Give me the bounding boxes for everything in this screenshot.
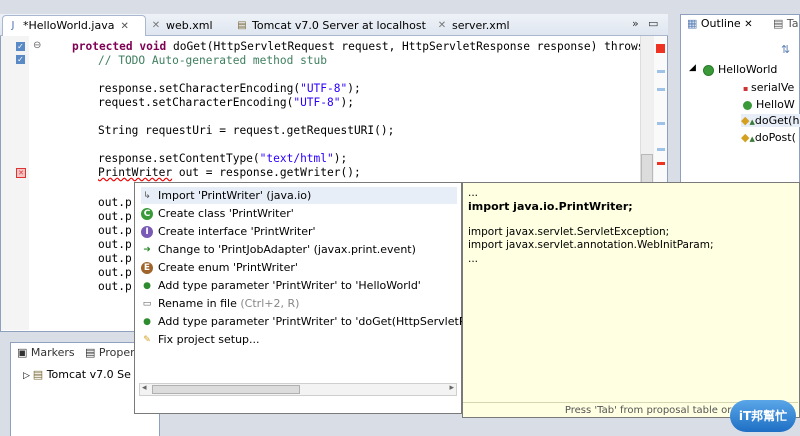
class-icon: C <box>141 208 153 220</box>
type-param-icon: ● <box>143 281 151 291</box>
proposal-add-type-parameter-method[interactable]: ● Add type parameter 'PrintWriter' to 'do… <box>141 313 493 330</box>
constructor-icon <box>743 100 752 110</box>
xml-file-icon: ✕ <box>437 20 447 31</box>
editor-gutter <box>1 36 29 330</box>
scroll-right-icon[interactable]: ▸ <box>449 383 454 393</box>
quick-fix-proposals-list: ↳ Import 'PrintWriter' (java.io) C Create … <box>134 182 493 414</box>
fold-collapse-icon[interactable]: ⊖ <box>33 40 41 51</box>
scrollbar-thumb[interactable] <box>152 385 300 394</box>
tab-helloworld-java[interactable]: J *HelloWorld.java ✕ <box>2 15 146 36</box>
tab-tomcat-server[interactable]: ▤ Tomcat v7.0 Server at localhost <box>232 16 426 36</box>
server-list-item[interactable]: ▷ ▤ Tomcat v7.0 Se <box>23 368 131 381</box>
code-line[interactable]: // TODO Auto-generated method stub <box>98 54 327 68</box>
info-import-line: import javax.servlet.ServletException; <box>468 226 670 238</box>
java-file-icon: J <box>11 20 15 31</box>
properties-icon: ▤ <box>85 346 99 359</box>
minimize-icon[interactable]: ▭ <box>648 17 658 30</box>
code-line[interactable]: String requestUri = request.getRequestUR… <box>98 124 394 138</box>
proposal-rename-in-file[interactable]: ▭ Rename in file (Ctrl+2, R) <box>141 295 457 312</box>
scroll-left-icon[interactable]: ◂ <box>142 383 147 393</box>
code-line[interactable]: protected void doGet(HttpServletRequest … <box>72 40 645 54</box>
tab-outline[interactable]: ▦ Outline ✕ <box>687 17 753 30</box>
code-line[interactable]: response.setContentType("text/html"); <box>98 152 347 166</box>
task-marker-icon[interactable]: ✓ <box>16 42 25 51</box>
error-marker-icon[interactable]: ✕ <box>16 168 26 178</box>
tab-markers[interactable]: ▣ Markers <box>17 346 75 359</box>
proposal-create-interface[interactable]: I Create interface 'PrintWriter' <box>141 223 457 240</box>
change-icon: ➜ <box>143 245 151 255</box>
rename-icon: ▭ <box>142 299 152 309</box>
editor-tab-bar: J *HelloWorld.java ✕ ✕ web.xml ▤ Tomcat v… <box>0 14 668 36</box>
info-ellipsis: ... <box>468 187 479 199</box>
type-param-icon: ● <box>143 317 151 327</box>
static-final-field-icon: ▪ <box>743 84 751 93</box>
proposal-fix-project-setup[interactable]: ✎ Fix project setup... <box>141 331 457 348</box>
code-line[interactable]: out.p <box>98 196 132 210</box>
import-icon: ↳ <box>143 191 151 201</box>
code-line[interactable]: request.setCharacterEncoding("UTF-8"); <box>98 96 354 110</box>
code-line[interactable]: out.p <box>98 252 132 266</box>
proposal-import-printwriter[interactable]: ↳ Import 'PrintWriter' (java.io) <box>141 187 457 204</box>
enum-icon: E <box>141 262 153 274</box>
task-marker-icon[interactable]: ✓ <box>16 55 25 64</box>
task-icon: ▤ <box>773 17 787 30</box>
xml-file-icon: ✕ <box>151 20 161 31</box>
proposal-info-popup: ... import java.io.PrintWriter; import j… <box>462 182 800 418</box>
code-line[interactable]: out.p <box>98 210 132 224</box>
outline-member-item[interactable]: ◆▲doGet(h <box>741 114 800 127</box>
server-icon: ▤ <box>32 368 47 381</box>
code-line-error[interactable]: PrintWriter out = response.getWriter(); <box>98 166 361 180</box>
info-import-line: import javax.servlet.annotation.WebInitP… <box>468 239 714 251</box>
outline-member-item[interactable]: ▪ serialVe <box>743 81 794 94</box>
proposal-change-to-printjobadapter[interactable]: ➜ Change to 'PrintJobAdapter' (javax.prin… <box>141 241 457 258</box>
outline-member-item[interactable]: HelloW <box>743 98 795 111</box>
proposal-create-enum[interactable]: E Create enum 'PrintWriter' <box>141 259 457 276</box>
tab-overflow-chevron-icon[interactable]: » <box>632 17 639 30</box>
markers-icon: ▣ <box>17 346 31 359</box>
outline-member-item[interactable]: ◆▲doPost( <box>741 131 796 144</box>
proposal-add-type-parameter-class[interactable]: ● Add type parameter 'PrintWriter' to 'He… <box>141 277 457 294</box>
tab-task-list[interactable]: ▤ Ta <box>773 17 799 30</box>
code-line[interactable]: out.p <box>98 224 132 238</box>
code-line[interactable]: out.p <box>98 266 132 280</box>
server-icon: ▤ <box>237 20 247 31</box>
sort-icon[interactable]: ⇅ <box>781 43 790 56</box>
tab-server-xml[interactable]: ✕ server.xml <box>432 16 510 36</box>
expand-arrow-icon[interactable]: ▷ <box>23 371 33 381</box>
expand-arrow-icon[interactable]: ◢ <box>689 63 696 73</box>
close-icon[interactable]: ✕ <box>744 19 752 30</box>
info-import-highlight: import java.io.PrintWriter; <box>468 200 633 213</box>
proposal-create-class[interactable]: C Create class 'PrintWriter' <box>141 205 457 222</box>
tab-properties[interactable]: ▤ Proper <box>85 346 135 359</box>
error-indicator-icon[interactable] <box>656 44 665 53</box>
interface-icon: I <box>141 226 153 238</box>
code-line[interactable]: out.p <box>98 280 132 294</box>
watermark-logo: iT邦幫忙 <box>730 400 796 432</box>
tab-web-xml[interactable]: ✕ web.xml <box>146 16 213 36</box>
outline-class-item[interactable]: ◢ HelloWorld <box>689 63 777 76</box>
fix-project-icon: ✎ <box>143 335 151 345</box>
outline-icon: ▦ <box>687 17 701 30</box>
info-ellipsis: ... <box>468 253 479 265</box>
class-icon <box>703 64 714 76</box>
close-icon[interactable]: ✕ <box>120 17 128 37</box>
code-line[interactable]: out.p <box>98 238 132 252</box>
code-line[interactable]: response.setCharacterEncoding("UTF-8"); <box>98 82 361 96</box>
